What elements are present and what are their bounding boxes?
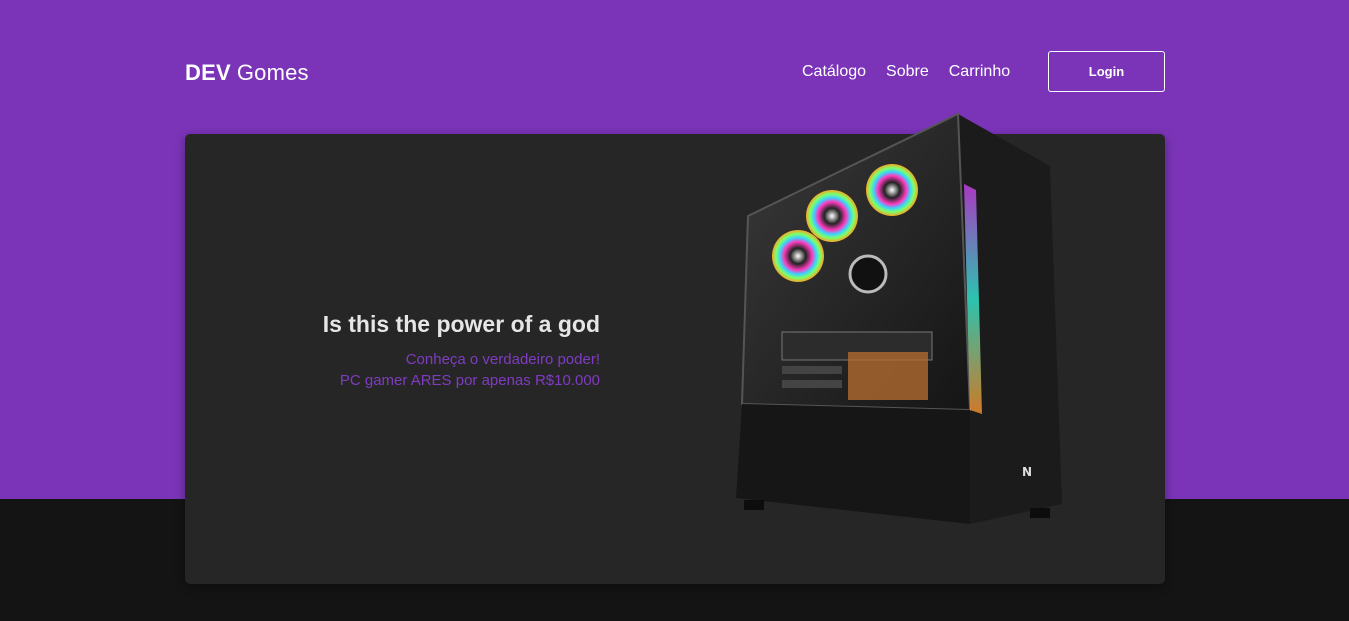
hero-title: Is this the power of a god xyxy=(322,311,600,337)
svg-text:N: N xyxy=(1022,465,1032,479)
hero-subtitle: Conheça o verdadeiro poder! PC gamer ARE… xyxy=(240,349,600,391)
main-nav: Catálogo Sobre Carrinho xyxy=(802,63,1010,81)
nav-link-sobre[interactable]: Sobre xyxy=(886,63,929,81)
site-logo[interactable]: DEV Gomes xyxy=(185,61,309,85)
hero-text-block: Is this the power of a god Conheça o ver… xyxy=(240,310,600,391)
nav-link-catalogo[interactable]: Catálogo xyxy=(802,63,866,81)
nav-link-carrinho[interactable]: Carrinho xyxy=(949,63,1010,81)
hero-subtitle-line1: Conheça o verdadeiro poder! xyxy=(405,351,600,368)
logo-light-text: Gomes xyxy=(236,60,309,85)
logo-strong-text: DEV xyxy=(185,60,231,85)
site-header: DEV Gomes Catálogo Sobre Carrinho Login xyxy=(185,51,1165,92)
gaming-pc-case-image: N xyxy=(736,112,1062,524)
hero-subtitle-line2: PC gamer ARES por apenas R$10.000 xyxy=(339,372,600,389)
login-button[interactable]: Login xyxy=(1048,51,1165,92)
